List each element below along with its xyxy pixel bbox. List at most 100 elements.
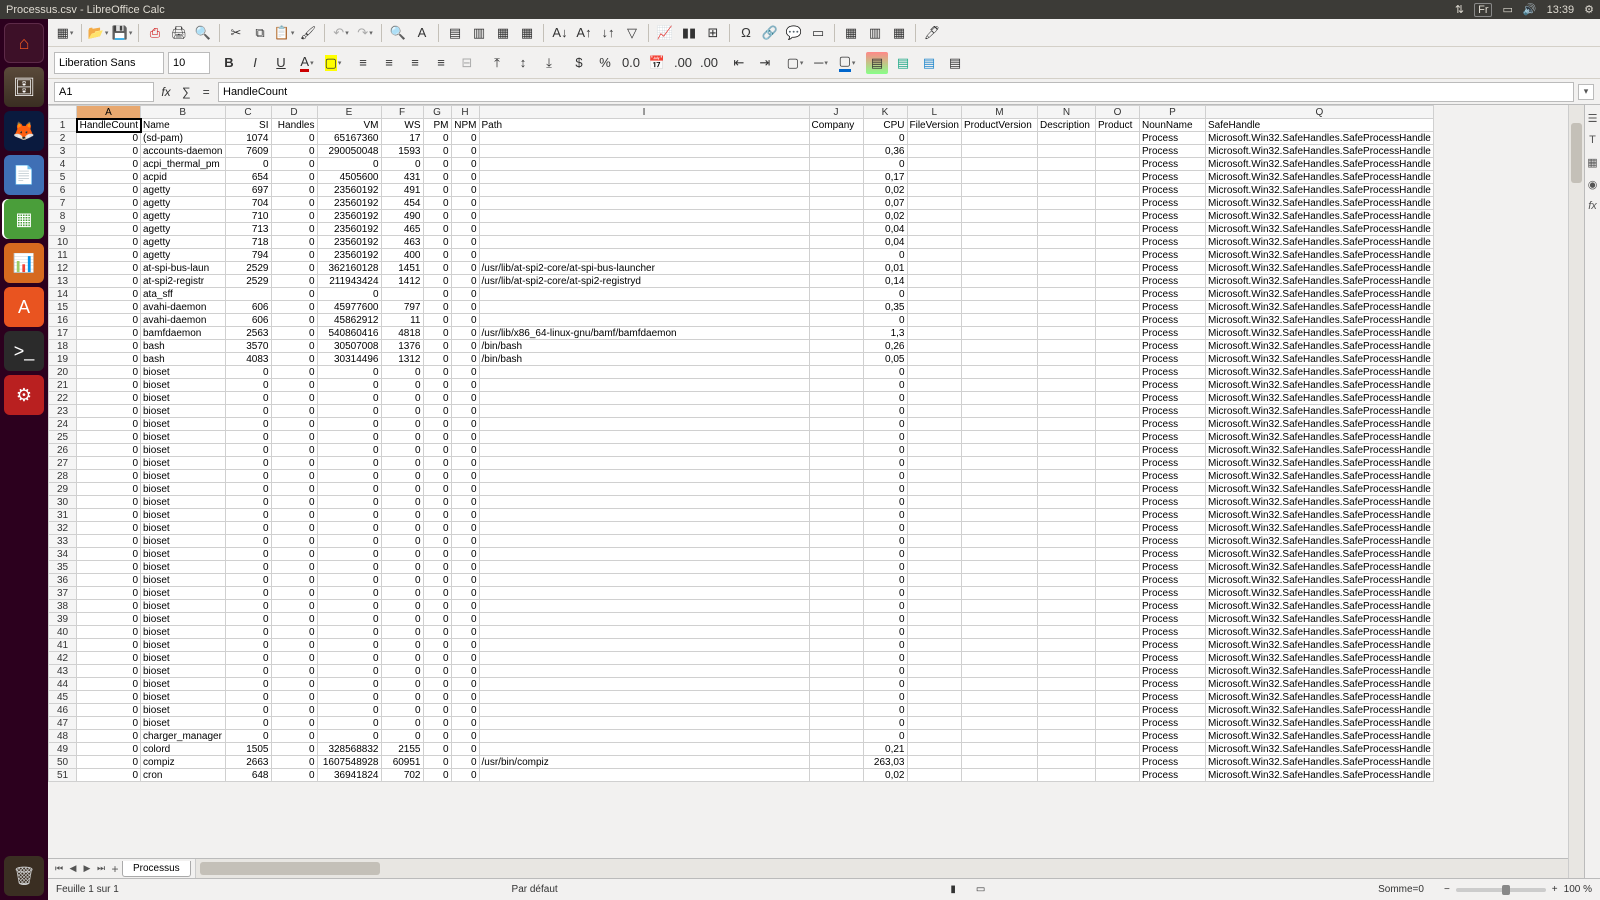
cell[interactable]: 0 (423, 444, 451, 457)
cell[interactable] (907, 262, 961, 275)
cell[interactable]: 0 (317, 470, 381, 483)
cell[interactable]: Process (1139, 574, 1205, 587)
align-justify-button[interactable]: ≡ (430, 52, 452, 74)
cell[interactable]: Microsoft.Win32.SafeHandles.SafeProcessH… (1205, 171, 1433, 184)
cell[interactable]: 0 (317, 639, 381, 652)
cell[interactable]: 0 (77, 301, 141, 314)
cell[interactable]: Microsoft.Win32.SafeHandles.SafeProcessH… (1205, 236, 1433, 249)
cell[interactable]: 0 (381, 158, 423, 171)
cell[interactable] (1095, 171, 1139, 184)
system-gear-icon[interactable]: ⚙ (1584, 3, 1594, 16)
cell[interactable]: 0 (423, 249, 451, 262)
cell[interactable] (809, 197, 863, 210)
cell[interactable]: 0 (451, 275, 479, 288)
align-top-button[interactable]: ⤒ (486, 52, 508, 74)
cell[interactable] (907, 197, 961, 210)
insert-mode-icon[interactable]: ▮ (950, 884, 956, 895)
cell[interactable]: 0,01 (863, 262, 907, 275)
cell[interactable] (961, 210, 1037, 223)
row-header[interactable]: 23 (49, 405, 77, 418)
cell[interactable]: 0 (271, 405, 317, 418)
cell[interactable]: Process (1139, 509, 1205, 522)
cell[interactable] (907, 470, 961, 483)
cell[interactable] (961, 457, 1037, 470)
cell[interactable] (1095, 483, 1139, 496)
cell[interactable]: 0 (863, 613, 907, 626)
cell[interactable]: 0 (423, 548, 451, 561)
cell[interactable]: Process (1139, 392, 1205, 405)
cell[interactable]: bamfdaemon (141, 327, 226, 340)
cell[interactable]: 0 (451, 587, 479, 600)
align-right-button[interactable]: ≡ (404, 52, 426, 74)
cell[interactable]: 0 (271, 717, 317, 730)
cell[interactable] (961, 587, 1037, 600)
cell[interactable]: Microsoft.Win32.SafeHandles.SafeProcessH… (1205, 743, 1433, 756)
open-button[interactable]: 📂▾ (87, 22, 109, 44)
cell[interactable] (1095, 522, 1139, 535)
column-header-F[interactable]: F (381, 106, 423, 119)
format-cells-button[interactable]: ▦ (888, 22, 910, 44)
cell[interactable]: 2529 (225, 275, 271, 288)
cell[interactable] (1037, 275, 1095, 288)
cell[interactable]: 0,36 (863, 145, 907, 158)
cell[interactable]: 0 (77, 288, 141, 301)
cell[interactable]: Process (1139, 444, 1205, 457)
cell[interactable]: 0 (863, 444, 907, 457)
cell[interactable]: 0 (225, 652, 271, 665)
column-header-L[interactable]: L (907, 106, 961, 119)
row-header[interactable]: 2 (49, 132, 77, 145)
cell[interactable] (479, 717, 809, 730)
cell[interactable]: Process (1139, 743, 1205, 756)
row-header[interactable]: 28 (49, 470, 77, 483)
cell[interactable]: 0 (77, 626, 141, 639)
cell[interactable]: bioset (141, 704, 226, 717)
cell[interactable]: Process (1139, 665, 1205, 678)
cell[interactable]: 0 (381, 366, 423, 379)
cell[interactable]: Microsoft.Win32.SafeHandles.SafeProcessH… (1205, 275, 1433, 288)
cell[interactable]: 0 (863, 730, 907, 743)
cell[interactable]: 0 (77, 262, 141, 275)
cell[interactable] (961, 691, 1037, 704)
cell[interactable]: 0 (225, 548, 271, 561)
cell[interactable] (479, 392, 809, 405)
cell[interactable]: 263,03 (863, 756, 907, 769)
cell[interactable]: 0 (77, 587, 141, 600)
cell[interactable] (1095, 509, 1139, 522)
cell[interactable] (809, 236, 863, 249)
cell[interactable]: 0 (225, 366, 271, 379)
undo-button[interactable]: ↶▾ (330, 22, 352, 44)
cell[interactable]: Microsoft.Win32.SafeHandles.SafeProcessH… (1205, 145, 1433, 158)
cell[interactable]: 0 (77, 457, 141, 470)
cell[interactable] (1095, 496, 1139, 509)
cell[interactable]: 0 (317, 561, 381, 574)
cell[interactable]: Microsoft.Win32.SafeHandles.SafeProcessH… (1205, 366, 1433, 379)
cell[interactable]: 0 (271, 470, 317, 483)
calc-icon[interactable]: ▦ (4, 199, 44, 239)
cell[interactable] (809, 652, 863, 665)
row-header[interactable]: 43 (49, 665, 77, 678)
cell[interactable]: 0 (381, 587, 423, 600)
cell[interactable] (1037, 665, 1095, 678)
cell[interactable]: agetty (141, 184, 226, 197)
cell[interactable]: 290050048 (317, 145, 381, 158)
row-header[interactable]: 45 (49, 691, 77, 704)
cell[interactable]: 0 (863, 574, 907, 587)
row-header[interactable]: 14 (49, 288, 77, 301)
cell[interactable]: cron (141, 769, 226, 782)
cell[interactable] (907, 444, 961, 457)
cell[interactable] (1095, 613, 1139, 626)
cell[interactable] (961, 275, 1037, 288)
autofilter-button[interactable]: ▽ (621, 22, 643, 44)
cell[interactable]: 0,26 (863, 340, 907, 353)
cell[interactable]: 65167360 (317, 132, 381, 145)
cell[interactable]: 0 (77, 132, 141, 145)
cell[interactable]: 0 (381, 626, 423, 639)
pivot-button[interactable]: ⊞ (702, 22, 724, 44)
cell[interactable] (907, 353, 961, 366)
cell[interactable]: 30507008 (317, 340, 381, 353)
cell[interactable] (961, 236, 1037, 249)
cell[interactable]: Process (1139, 184, 1205, 197)
cell[interactable] (1037, 470, 1095, 483)
cell[interactable]: 0 (451, 210, 479, 223)
save-button[interactable]: 💾▾ (111, 22, 133, 44)
